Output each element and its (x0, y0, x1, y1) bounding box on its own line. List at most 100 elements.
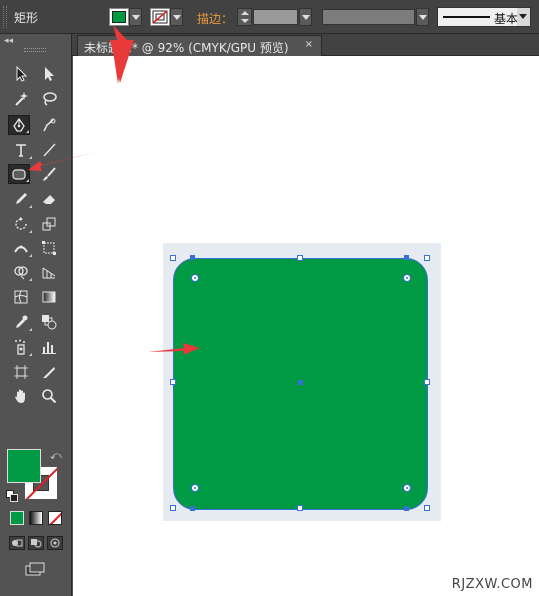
shape-builder-tool[interactable] (10, 262, 32, 282)
hand-tool[interactable] (10, 386, 32, 406)
column-graph-tool[interactable] (38, 337, 60, 357)
handle-middle-right[interactable] (424, 379, 430, 385)
curvature-tool[interactable] (38, 115, 60, 135)
default-fill-stroke-icon[interactable] (6, 490, 18, 502)
handle-middle-left[interactable] (170, 379, 176, 385)
fill-dropdown-arrow[interactable] (129, 8, 142, 26)
anchor-point[interactable] (404, 255, 409, 260)
magic-wand-icon (15, 92, 28, 106)
swap-fill-stroke-icon[interactable]: ⤺ (50, 449, 62, 463)
variable-width-dropdown-arrow[interactable] (416, 8, 429, 26)
none-icon (49, 512, 61, 524)
brush-dropdown-arrow[interactable] (517, 8, 530, 26)
control-bar-grip[interactable] (3, 6, 7, 28)
magic-wand-tool[interactable] (10, 89, 32, 109)
selection-tool[interactable] (10, 64, 32, 84)
width-tool[interactable] (10, 238, 32, 258)
live-corner-widget[interactable] (191, 484, 199, 492)
type-tool[interactable] (10, 140, 32, 160)
collapse-panel-icon[interactable]: ◂◂ (4, 36, 13, 46)
live-corner-widget[interactable] (403, 274, 411, 282)
draw-normal-button[interactable] (9, 536, 25, 550)
gradient-mode-button[interactable] (29, 511, 43, 525)
change-screen-mode-icon[interactable] (24, 561, 46, 577)
none-mode-button[interactable] (48, 511, 62, 525)
color-mode-button[interactable] (10, 511, 24, 525)
artboard-tool[interactable] (10, 362, 32, 382)
fill-color-swatch[interactable] (109, 8, 129, 26)
perspective-grid-icon (42, 267, 56, 279)
anchor-point[interactable] (190, 255, 195, 260)
control-bar: 矩形 描边： 基本 (0, 0, 539, 34)
symbol-sprayer-tool[interactable] (10, 337, 32, 357)
selection-icon (16, 66, 28, 82)
live-corner-widget[interactable] (403, 484, 411, 492)
variable-width-profile[interactable] (322, 9, 415, 25)
pencil-tool[interactable] (10, 189, 32, 209)
close-icon[interactable]: × (305, 39, 313, 50)
rounded-rectangle-tool[interactable] (8, 164, 30, 184)
line-segment-tool[interactable] (38, 140, 60, 160)
brush-definition-label: 基本 (494, 12, 519, 26)
free-transform-tool[interactable] (38, 238, 60, 258)
handle-top-left[interactable] (170, 255, 176, 261)
column-graph-icon (42, 342, 56, 354)
no-stroke-icon (152, 10, 168, 24)
handle-top-right[interactable] (424, 255, 430, 261)
brush-definition-select[interactable]: 基本 (437, 7, 531, 27)
width-icon (14, 245, 28, 253)
watermark: RJZXW.COM (451, 577, 533, 592)
tools-panel-grip[interactable] (24, 48, 46, 52)
rotate-tool[interactable] (10, 214, 32, 234)
tools-panel: ◂◂ ⤺ (0, 34, 72, 596)
zoom-tool[interactable] (38, 386, 60, 406)
pen-icon (13, 117, 25, 132)
handle-bottom-right[interactable] (424, 505, 430, 511)
draw-normal-icon (12, 539, 23, 547)
type-icon (16, 144, 26, 157)
handle-top-center[interactable] (297, 255, 303, 261)
document-tab[interactable]: 未标题-1* @ 92% (CMYK/GPU 预览) × (77, 35, 322, 56)
blend-tool[interactable] (38, 312, 60, 332)
current-tool-name: 矩形 (14, 11, 39, 25)
spinner-down-icon[interactable] (241, 19, 249, 23)
slice-tool[interactable] (38, 362, 60, 382)
mesh-tool[interactable] (10, 287, 32, 307)
pencil-icon (16, 193, 27, 204)
draw-inside-button[interactable] (47, 536, 63, 550)
stroke-weight-spinner[interactable] (237, 8, 252, 26)
live-corner-widget[interactable] (191, 274, 199, 282)
eraser-icon (43, 195, 55, 204)
anchor-point[interactable] (190, 506, 195, 511)
fill-indicator[interactable] (7, 449, 41, 483)
handle-bottom-left[interactable] (170, 505, 176, 511)
artboard-icon (14, 365, 28, 379)
lasso-tool[interactable] (38, 89, 60, 109)
scale-tool[interactable] (38, 214, 60, 234)
stroke-weight-label[interactable]: 描边： (197, 10, 233, 27)
mesh-icon (14, 290, 28, 304)
pen-tool[interactable] (8, 115, 30, 135)
paintbrush-icon (43, 167, 56, 181)
line-segment-icon (43, 143, 56, 157)
stroke-color-swatch[interactable] (150, 8, 170, 26)
eraser-tool[interactable] (38, 189, 60, 209)
paintbrush-tool[interactable] (38, 164, 60, 184)
anchor-point[interactable] (404, 506, 409, 511)
perspective-grid-tool[interactable] (38, 262, 60, 282)
shape-center-point[interactable] (298, 380, 303, 385)
direct-selection-tool[interactable] (38, 64, 60, 84)
draw-behind-button[interactable] (28, 536, 44, 550)
curvature-icon (43, 118, 56, 132)
stroke-weight-input[interactable] (253, 9, 298, 25)
slice-icon (43, 367, 55, 378)
artboard-canvas[interactable]: RJZXW.COM (73, 56, 539, 596)
eyedropper-tool[interactable] (10, 312, 32, 332)
document-tab-title[interactable]: 未标题-1* @ 92% (CMYK/GPU 预览) (84, 39, 289, 56)
stroke-dropdown-arrow[interactable] (170, 8, 183, 26)
handle-bottom-center[interactable] (297, 505, 303, 511)
gradient-tool[interactable] (38, 287, 60, 307)
stroke-weight-dropdown-arrow[interactable] (299, 8, 312, 26)
spinner-up-icon[interactable] (241, 11, 249, 15)
shape-builder-icon (14, 266, 28, 280)
